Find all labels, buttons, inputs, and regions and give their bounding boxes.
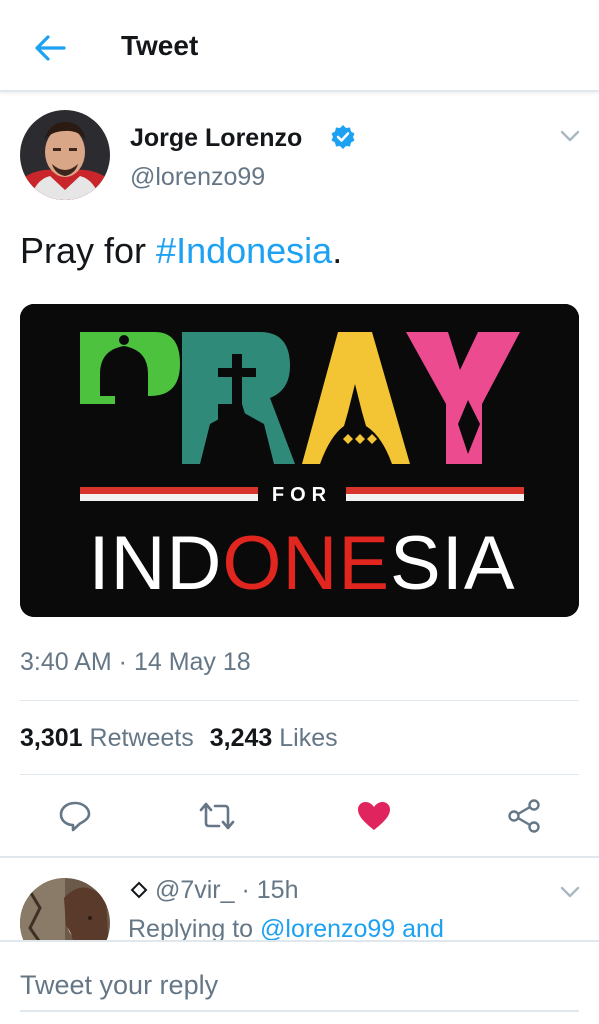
replying-link[interactable]: @lorenzo99 and <box>260 915 444 943</box>
replying-prefix: Replying to <box>128 915 254 943</box>
heart-icon <box>358 802 390 830</box>
top-app-bar: Tweet <box>0 0 599 92</box>
retweet-icon <box>199 802 235 830</box>
retweets-label: Retweets <box>89 724 194 752</box>
reply-icon <box>59 801 91 832</box>
author-avatar[interactable] <box>20 110 110 200</box>
tweet-timestamp: 3:40 AM · 14 May 18 <box>20 648 251 676</box>
reply-handle[interactable]: @7vir_ <box>155 876 235 904</box>
retweets-count: 3,301 <box>20 724 83 752</box>
back-button[interactable] <box>30 28 70 68</box>
author-name[interactable]: Jorge Lorenzo <box>130 124 302 153</box>
like-button[interactable] <box>352 796 396 836</box>
reply-time: · 15h <box>241 876 299 904</box>
tweet-text: Pray for #Indonesia. <box>20 230 342 272</box>
retweets-stat[interactable]: 3,301 Retweets <box>20 724 194 752</box>
reply-composer: Tweet your reply <box>0 940 599 1024</box>
arrow-left-icon <box>35 35 66 61</box>
divider <box>20 774 579 775</box>
engagement-stats: 3,301 Retweets 3,243 Likes <box>20 724 338 753</box>
likes-label: Likes <box>279 724 338 752</box>
section-divider <box>0 856 599 858</box>
verified-badge-icon <box>331 125 355 149</box>
reply-input[interactable]: Tweet your reply <box>20 970 218 1001</box>
chevron-down-icon[interactable] <box>558 126 582 146</box>
reply-header: @7vir_ · 15h <box>130 876 298 905</box>
likes-stat[interactable]: 3,243 Likes <box>210 724 338 752</box>
tweet-media-image[interactable]: FOR INDONESIA <box>20 304 579 617</box>
chevron-down-icon[interactable] <box>558 882 582 902</box>
hashtag-link[interactable]: #Indonesia <box>156 230 332 271</box>
share-button[interactable] <box>503 796 547 836</box>
author-handle[interactable]: @lorenzo99 <box>130 163 265 192</box>
page-title: Tweet <box>121 30 199 61</box>
share-icon <box>508 799 540 833</box>
composer-underline <box>20 1010 579 1012</box>
tweet-text-prefix: Pray for <box>20 230 157 271</box>
likes-count: 3,243 <box>209 724 273 752</box>
tweet-text-suffix: . <box>332 230 343 271</box>
reply-button[interactable] <box>53 796 97 836</box>
svg-text:INDONESIA: INDONESIA <box>88 521 515 606</box>
diamond-icon <box>130 881 148 899</box>
divider <box>20 700 579 701</box>
retweet-button[interactable] <box>195 796 239 836</box>
media-word-mid: FOR <box>272 484 332 506</box>
